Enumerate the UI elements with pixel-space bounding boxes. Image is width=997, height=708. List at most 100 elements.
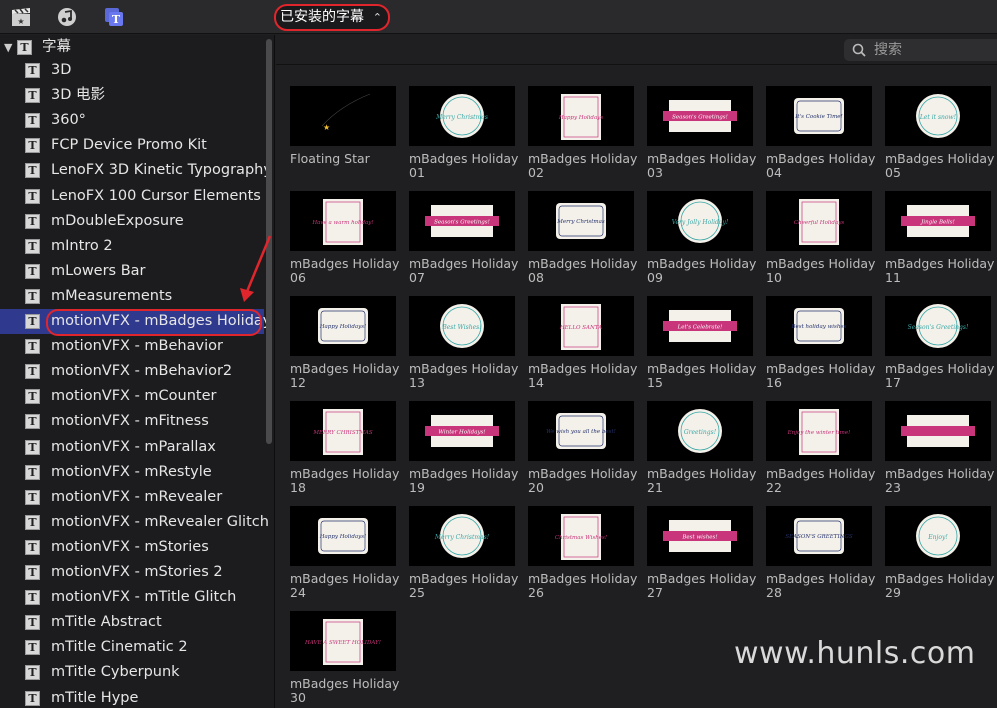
title-clip-item[interactable]: Have a warm holiday! mBadges Holiday 06: [290, 191, 399, 291]
sidebar-item[interactable]: T 3D: [0, 58, 264, 83]
disclosure-triangle-icon[interactable]: ▼: [4, 35, 12, 60]
clip-thumbnail[interactable]: Best holiday wishes: [766, 296, 872, 356]
sidebar-item[interactable]: TmotionVFX - mBehavior: [0, 334, 264, 359]
sidebar-item[interactable]: T FCP Device Promo Kit: [0, 133, 264, 158]
clip-thumbnail[interactable]: ★: [290, 86, 396, 146]
sidebar-item[interactable]: T 360°: [0, 108, 264, 133]
title-clip-item[interactable]: Enjoy the winter time! mBadges Holiday 22: [766, 401, 875, 501]
clip-thumbnail[interactable]: Cheerful Holidays: [766, 191, 872, 251]
clip-thumbnail[interactable]: Season's Greetings!: [409, 191, 515, 251]
clip-thumbnail[interactable]: We wish you all the best!: [528, 401, 634, 461]
clip-thumbnail[interactable]: It's Cookie Time!: [766, 86, 872, 146]
music-icon[interactable]: [56, 6, 78, 28]
clip-thumbnail[interactable]: Best Wishes!: [409, 296, 515, 356]
title-clip-item[interactable]: Winter Holidays! mBadges Holiday 19: [409, 401, 518, 501]
title-clip-item[interactable]: Cheerful Holidays mBadges Holiday 10: [766, 191, 875, 291]
clip-thumbnail[interactable]: Season's Greetings!: [647, 86, 753, 146]
sidebar-item[interactable]: T 3D 电影: [0, 83, 264, 108]
sidebar-item[interactable]: TmotionVFX - mStories 2: [0, 560, 264, 585]
sidebar-item[interactable]: TmDoubleExposure: [0, 209, 264, 234]
sidebar-item[interactable]: TmotionVFX - mRestyle: [0, 460, 264, 485]
clip-thumbnail[interactable]: Enjoy!: [885, 506, 991, 566]
clip-thumbnail[interactable]: Have a warm holiday!: [290, 191, 396, 251]
sidebar-item[interactable]: TmotionVFX - mRevealer: [0, 485, 264, 510]
title-clip-item[interactable]: Let it snow! mBadges Holiday 05: [885, 86, 994, 186]
clip-thumbnail[interactable]: Best wishes!: [647, 506, 753, 566]
clip-caption: mBadges Holiday 04: [766, 152, 886, 180]
red-arrow-annotation: [240, 235, 272, 302]
sidebar-item[interactable]: TmTitle Cyberpunk: [0, 660, 264, 685]
title-clip-item[interactable]: HELLO SANTA mBadges Holiday 14: [528, 296, 637, 396]
sidebar-item[interactable]: TmIntro 2: [0, 234, 264, 259]
title-clip-item[interactable]: Christmas Wishes! mBadges Holiday 26: [528, 506, 637, 606]
clip-thumbnail[interactable]: Happy Holidays!: [290, 506, 396, 566]
title-clip-item[interactable]: Merry Christmas! mBadges Holiday 25: [409, 506, 518, 606]
clip-thumbnail[interactable]: Very Jolly Holiday!: [647, 191, 753, 251]
title-clip-item[interactable]: mBadges Holiday 23: [885, 401, 994, 501]
clip-thumbnail[interactable]: SEASON'S GREETINGS: [766, 506, 872, 566]
sidebar-item[interactable]: TmotionVFX - mStories: [0, 535, 264, 560]
clip-thumbnail[interactable]: Winter Holidays!: [409, 401, 515, 461]
title-clip-item[interactable]: Jingle Bells! mBadges Holiday 11: [885, 191, 994, 291]
sidebar-item[interactable]: TmotionVFX - mParallax: [0, 435, 264, 460]
clip-thumbnail[interactable]: [885, 401, 991, 461]
title-clip-item[interactable]: Best holiday wishes mBadges Holiday 16: [766, 296, 875, 396]
clip-thumbnail[interactable]: Merry Christmas: [409, 86, 515, 146]
title-clip-item[interactable]: Let's Celebrate! mBadges Holiday 15: [647, 296, 756, 396]
sidebar-item[interactable]: TmTitle Hype: [0, 686, 264, 708]
search-input[interactable]: 搜索: [844, 39, 997, 61]
clip-thumbnail[interactable]: Season's Greetings!: [885, 296, 991, 356]
title-clip-item[interactable]: Best wishes! mBadges Holiday 27: [647, 506, 756, 606]
clip-thumbnail[interactable]: Happy Holidays!: [290, 296, 396, 356]
title-clip-item[interactable]: Enjoy! mBadges Holiday 29: [885, 506, 994, 606]
clip-thumbnail[interactable]: HELLO SANTA: [528, 296, 634, 356]
title-clip-item[interactable]: Season's Greetings! mBadges Holiday 17: [885, 296, 994, 396]
clip-thumbnail[interactable]: Happy Holidays: [528, 86, 634, 146]
clapper-icon[interactable]: ★: [10, 6, 32, 28]
clip-caption: mBadges Holiday 06: [290, 257, 410, 285]
clip-thumbnail[interactable]: Let it snow!: [885, 86, 991, 146]
title-clip-item[interactable]: Best Wishes! mBadges Holiday 13: [409, 296, 518, 396]
titles-icon[interactable]: T: [103, 6, 125, 28]
sidebar-root-titles[interactable]: ▼ T 字幕: [0, 35, 264, 60]
sidebar-item[interactable]: TmotionVFX - mFitness: [0, 409, 264, 434]
sidebar-item[interactable]: TmotionVFX - mRevealer Glitch: [0, 510, 269, 535]
sidebar-item[interactable]: TmotionVFX - mTitle Glitch: [0, 585, 264, 610]
library-dropdown[interactable]: 已安装的字幕 ⌃: [274, 4, 390, 31]
title-clip-item[interactable]: Season's Greetings! mBadges Holiday 03: [647, 86, 756, 186]
title-clip-item[interactable]: Merry Christmas mBadges Holiday 08: [528, 191, 637, 291]
sidebar-item[interactable]: TmTitle Abstract: [0, 610, 264, 635]
sidebar-item[interactable]: TmMeasurements: [0, 284, 264, 309]
clip-thumbnail[interactable]: HAVE A SWEET HOLIDAY!: [290, 611, 396, 671]
sidebar-item[interactable]: T LenoFX 3D Kinetic Typography: [0, 158, 272, 183]
sidebar-item[interactable]: TmotionVFX - mBadges Holiday: [0, 309, 271, 336]
clip-thumbnail[interactable]: Christmas Wishes!: [528, 506, 634, 566]
title-clip-item[interactable]: Happy Holidays! mBadges Holiday 12: [290, 296, 399, 396]
clip-thumbnail[interactable]: MERRY CHRISTMAS: [290, 401, 396, 461]
sidebar-item[interactable]: T LenoFX 100 Cursor Elements: [0, 184, 264, 209]
title-clip-item[interactable]: Season's Greetings! mBadges Holiday 07: [409, 191, 518, 291]
title-clip-item[interactable]: MERRY CHRISTMAS mBadges Holiday 18: [290, 401, 399, 501]
sidebar-item-label: motionVFX - mBehavior2: [51, 363, 233, 380]
title-clip-item[interactable]: HAVE A SWEET HOLIDAY! mBadges Holiday 30: [290, 611, 399, 708]
title-clip-item[interactable]: We wish you all the best! mBadges Holiday…: [528, 401, 637, 501]
sidebar-item[interactable]: TmotionVFX - mCounter: [0, 384, 264, 409]
sidebar-item[interactable]: TmotionVFX - mBehavior2: [0, 359, 264, 384]
clip-thumbnail[interactable]: Merry Christmas: [528, 191, 634, 251]
sidebar-item-label: motionVFX - mRevealer Glitch: [51, 513, 269, 530]
title-clip-item[interactable]: Greetings! mBadges Holiday 21: [647, 401, 756, 501]
title-clip-item[interactable]: Merry Christmas mBadges Holiday 01: [409, 86, 518, 186]
clip-thumbnail[interactable]: Merry Christmas!: [409, 506, 515, 566]
title-clip-item[interactable]: Happy Holidays mBadges Holiday 02: [528, 86, 637, 186]
clip-thumbnail[interactable]: Jingle Bells!: [885, 191, 991, 251]
title-clip-item[interactable]: Happy Holidays! mBadges Holiday 24: [290, 506, 399, 606]
sidebar-item[interactable]: TmLowers Bar: [0, 259, 264, 284]
title-clip-item[interactable]: SEASON'S GREETINGS mBadges Holiday 28: [766, 506, 875, 606]
clip-thumbnail[interactable]: Enjoy the winter time!: [766, 401, 872, 461]
title-clip-item[interactable]: It's Cookie Time! mBadges Holiday 04: [766, 86, 875, 186]
clip-thumbnail[interactable]: Let's Celebrate!: [647, 296, 753, 356]
title-clip-item[interactable]: Very Jolly Holiday! mBadges Holiday 09: [647, 191, 756, 291]
sidebar-item[interactable]: TmTitle Cinematic 2: [0, 635, 264, 660]
title-clip-item[interactable]: ★ Floating Star: [290, 86, 396, 186]
clip-thumbnail[interactable]: Greetings!: [647, 401, 753, 461]
